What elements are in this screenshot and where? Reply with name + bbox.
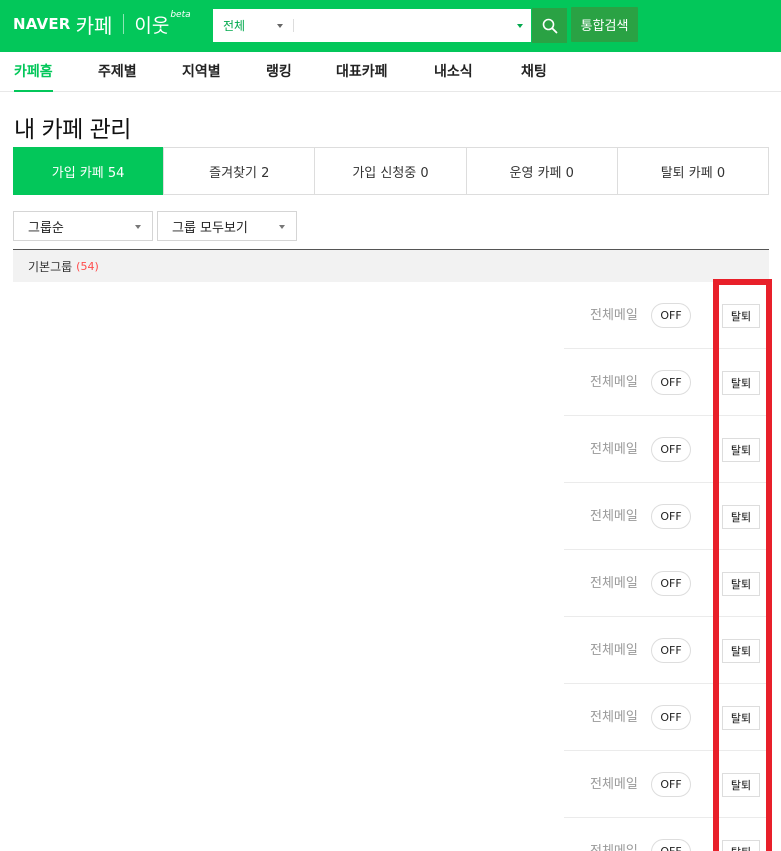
mail-toggle[interactable]: OFF [651, 638, 691, 663]
naver-cafe-logo[interactable]: NAVER 카페 이웃 beta [13, 10, 191, 38]
search-button[interactable] [532, 8, 567, 43]
withdraw-button[interactable]: 탈퇴 [722, 438, 760, 462]
nav-item-by-topic[interactable]: 주제별 [98, 52, 137, 92]
mail-toggle[interactable]: OFF [651, 370, 691, 395]
cafe-row: 전체메일 OFF 탈퇴 [564, 282, 769, 349]
mail-toggle[interactable]: OFF [651, 303, 691, 328]
tab-pending-applications[interactable]: 가입 신청중 0 [314, 148, 465, 194]
search-divider [293, 19, 294, 32]
search-autocomplete-toggle-icon[interactable] [517, 24, 523, 28]
search-input[interactable] [297, 11, 507, 40]
sort-order-label: 그룹순 [28, 220, 64, 236]
cafe-row: 전체메일 OFF 탈퇴 [564, 751, 769, 818]
withdraw-button[interactable]: 탈퇴 [722, 773, 760, 797]
mail-label: 전체메일 [590, 777, 638, 792]
cafe-tabs: 가입 카페 54 즐겨찾기 2 가입 신청중 0 운영 카페 0 탈퇴 카페 0 [13, 147, 769, 195]
withdraw-button[interactable]: 탈퇴 [722, 572, 760, 596]
mail-toggle[interactable]: OFF [651, 772, 691, 797]
group-view-label: 그룹 모두보기 [172, 220, 248, 236]
nav-item-cafe-home[interactable]: 카페홈 [14, 52, 53, 92]
logo-neighbor-text: 이웃 [134, 14, 170, 37]
logo-divider [123, 14, 125, 34]
nav-item-ranking[interactable]: 랭킹 [266, 52, 292, 92]
mail-label: 전체메일 [590, 710, 638, 725]
search-scope-select[interactable]: 전체 [213, 9, 293, 42]
mail-toggle[interactable]: OFF [651, 705, 691, 730]
logo-naver-text: NAVER [13, 15, 71, 33]
group-view-select[interactable]: 그룹 모두보기 [157, 211, 297, 241]
mail-toggle[interactable]: OFF [651, 571, 691, 596]
logo-cafe-text: 카페 [75, 13, 113, 38]
cafe-row: 전체메일 OFF 탈퇴 [564, 550, 769, 617]
withdraw-button[interactable]: 탈퇴 [722, 840, 760, 851]
mail-label: 전체메일 [590, 442, 638, 457]
total-search-button[interactable]: 통합검색 [571, 7, 638, 42]
nav-item-featured-cafe[interactable]: 대표카페 [336, 52, 388, 92]
group-name: 기본그룹 [28, 259, 73, 274]
cafe-row: 전체메일 OFF 탈퇴 [564, 818, 769, 851]
logo-beta-text: beta [170, 10, 191, 20]
nav-item-chat[interactable]: 채팅 [521, 52, 547, 92]
withdraw-button[interactable]: 탈퇴 [722, 505, 760, 529]
group-count: (54) [76, 259, 99, 273]
tab-withdrawn-cafes[interactable]: 탈퇴 카페 0 [616, 148, 768, 194]
cafe-row: 전체메일 OFF 탈퇴 [564, 617, 769, 684]
cafe-row: 전체메일 OFF 탈퇴 [564, 416, 769, 483]
group-header: 기본그룹 (54) [13, 249, 769, 282]
nav-item-by-region[interactable]: 지역별 [182, 52, 221, 92]
mail-label: 전체메일 [590, 509, 638, 524]
tab-managed-cafes[interactable]: 운영 카페 0 [465, 148, 617, 194]
mail-toggle[interactable]: OFF [651, 839, 691, 851]
cafe-row: 전체메일 OFF 탈퇴 [564, 483, 769, 550]
search-box: 전체 [212, 8, 532, 43]
main-nav: 카페홈 주제별 지역별 랭킹 대표카페 내소식 채팅 [0, 52, 781, 92]
mail-label: 전체메일 [590, 308, 638, 323]
top-bar: NAVER 카페 이웃 beta 전체 통합검색 [0, 0, 781, 52]
withdraw-button[interactable]: 탈퇴 [722, 304, 760, 328]
search-icon [542, 18, 557, 33]
nav-item-my-news[interactable]: 내소식 [434, 52, 473, 92]
withdraw-button[interactable]: 탈퇴 [722, 371, 760, 395]
mail-label: 전체메일 [590, 840, 638, 851]
withdraw-button[interactable]: 탈퇴 [722, 639, 760, 663]
cafe-row: 전체메일 OFF 탈퇴 [564, 684, 769, 751]
chevron-down-icon [279, 225, 285, 229]
mail-label: 전체메일 [590, 375, 638, 390]
mail-toggle[interactable]: OFF [651, 504, 691, 529]
mail-label: 전체메일 [590, 643, 638, 658]
tab-favorites[interactable]: 즐겨찾기 2 [163, 148, 314, 194]
sort-order-select[interactable]: 그룹순 [13, 211, 153, 241]
mail-label: 전체메일 [590, 576, 638, 591]
search-scope-label: 전체 [223, 19, 246, 33]
cafe-row: 전체메일 OFF 탈퇴 [564, 349, 769, 416]
chevron-down-icon [277, 24, 283, 28]
chevron-down-icon [135, 225, 141, 229]
page-title: 내 카페 관리 [14, 117, 131, 143]
tab-joined-cafes[interactable]: 가입 카페 54 [13, 147, 164, 195]
mail-toggle[interactable]: OFF [651, 437, 691, 462]
withdraw-button[interactable]: 탈퇴 [722, 706, 760, 730]
